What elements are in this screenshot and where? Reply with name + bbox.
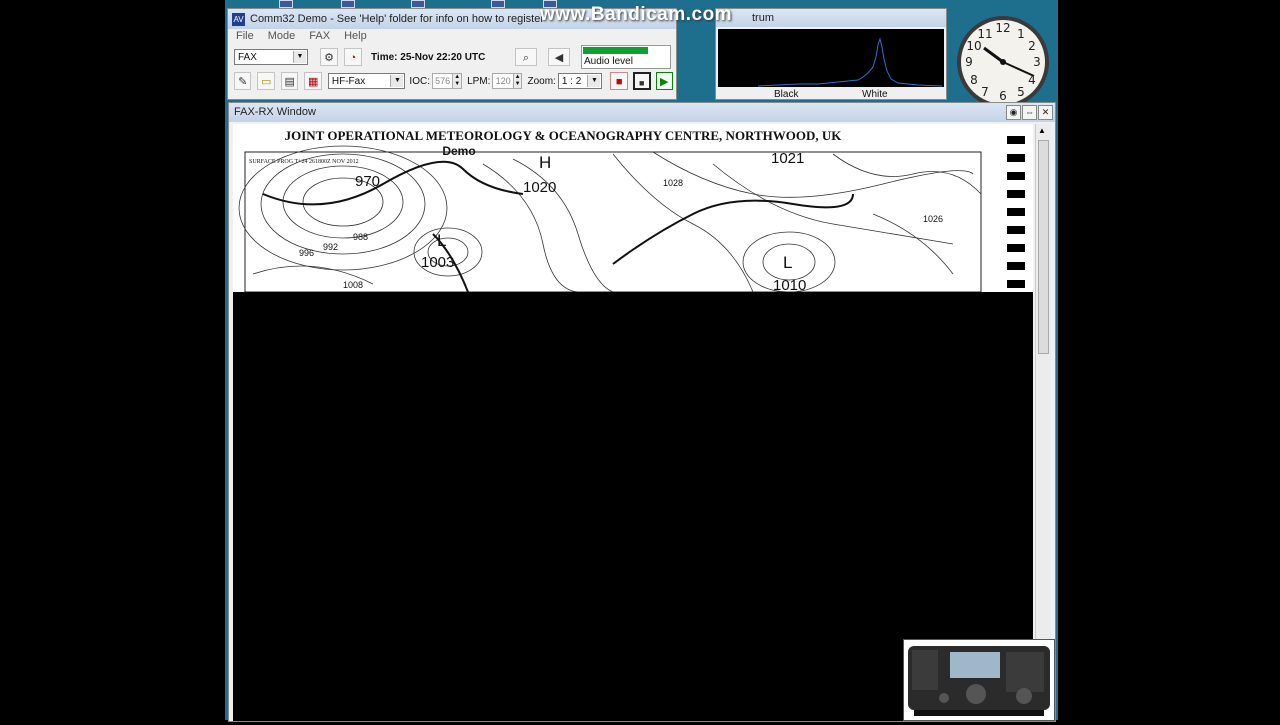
fax-window-controls: ◉ ⇔ ✕	[1005, 105, 1053, 120]
spectrum-graph	[757, 37, 943, 87]
pause-icon[interactable]: ■	[632, 72, 651, 90]
toolbar-row-1: FAX ▼ ⚙ ◔ Time: 25-Nov 22:20 UTC ⌕ ◀ Aud…	[228, 45, 676, 69]
save-icon[interactable]: ▦	[304, 72, 322, 90]
fax-image-area: JOINT OPERATIONAL METEOROLOGY & OCEANOGR…	[233, 124, 1033, 721]
svg-text:3: 3	[1033, 55, 1041, 69]
stop-icon[interactable]: ■	[610, 72, 628, 90]
pressure-label: 1010	[773, 277, 806, 292]
menu-mode[interactable]: Mode	[262, 29, 304, 45]
pressure-label: 1020	[523, 179, 556, 196]
fax-scrollbar[interactable]: ▲	[1035, 124, 1051, 721]
ioc-field[interactable]: 576	[431, 73, 454, 89]
fax-titlebar[interactable]: FAX-RX Window ◉ ⇔ ✕	[229, 103, 1055, 122]
svg-text:6: 6	[999, 89, 1007, 103]
zoom-value: 1 : 2	[561, 76, 582, 87]
pressure-center: L	[783, 253, 792, 272]
map-header: JOINT OPERATIONAL METEOROLOGY & OCEANOGR…	[285, 128, 843, 143]
scroll-thumb[interactable]	[1038, 140, 1049, 354]
zoom-label: Zoom:	[527, 75, 556, 87]
open-folder-icon[interactable]: ▭	[257, 72, 275, 90]
svg-text:5: 5	[1017, 85, 1025, 99]
zoom-select[interactable]: 1 : 2 ▼	[557, 73, 603, 89]
menu-help[interactable]: Help	[338, 29, 375, 45]
desktop-icon[interactable]	[341, 0, 355, 8]
scroll-up-icon[interactable]: ▲	[1038, 126, 1046, 135]
play-icon[interactable]: ▶	[655, 72, 673, 90]
demo-watermark: Demo	[442, 144, 475, 158]
bandicam-watermark: www.Bandicam.com	[540, 4, 733, 25]
settings-icon[interactable]: ⚙	[320, 48, 338, 66]
timer-icon[interactable]: ◔	[344, 48, 362, 66]
lpm-spinner[interactable]: ▲ ▼	[513, 73, 523, 89]
svg-text:9: 9	[965, 55, 973, 69]
toolbar-row-2: ✎ ▭ ▤ ▦ HF-Fax ▼ IOC: 576 ▲ ▼ LPM: 120 ▲ ▼…	[228, 69, 676, 93]
restore-icon[interactable]: ◉	[1006, 105, 1021, 120]
lpm-label: LPM:	[467, 75, 491, 87]
spectrum-label-white: White	[862, 89, 888, 100]
svg-text:12: 12	[995, 21, 1010, 35]
speaker-icon[interactable]: ◀	[548, 48, 570, 66]
pressure-label: 970	[355, 173, 380, 190]
weather-fax-map: JOINT OPERATIONAL METEOROLOGY & OCEANOGR…	[233, 124, 1033, 294]
pressure-label: 1026	[923, 214, 943, 224]
ioc-label: IOC:	[409, 75, 430, 87]
tools-icon[interactable]: ✎	[234, 72, 252, 90]
fax-title: FAX-RX Window	[234, 106, 316, 118]
spectrum-label-black: Black	[774, 89, 799, 100]
svg-text:2: 2	[1028, 39, 1036, 53]
search-icon[interactable]: ⌕	[515, 48, 537, 66]
pressure-label: 1028	[663, 178, 683, 188]
svg-text:11: 11	[977, 27, 992, 41]
ioc-spinner[interactable]: ▲ ▼	[453, 73, 463, 89]
pressure-label: 988	[353, 232, 368, 242]
pressure-center: L	[437, 231, 446, 250]
pressure-center: H	[539, 153, 551, 172]
svg-text:1: 1	[1017, 27, 1025, 41]
fax-rx-window: FAX-RX Window ◉ ⇔ ✕ JOINT OPERATIONAL ME…	[228, 102, 1056, 722]
pressure-label: 996	[299, 248, 314, 258]
pressure-label: 1021	[771, 150, 804, 167]
close-icon[interactable]: ✕	[1038, 105, 1053, 120]
pressure-label: 1003	[421, 254, 454, 271]
svg-text:8: 8	[970, 73, 978, 87]
clipboard-icon[interactable]: ▤	[280, 72, 299, 90]
spectrum-plot	[718, 29, 944, 87]
app-icon: AV	[232, 12, 245, 26]
menu-bar: File Mode FAX Help	[228, 29, 676, 45]
pressure-label: 1008	[343, 280, 363, 290]
clock-icon: 12 3 6 9 12 45 7 8 10 11	[950, 10, 1056, 108]
spectrum-title[interactable]: trum	[716, 9, 946, 27]
time-display: Time: 25-Nov 22:20 UTC	[371, 51, 486, 63]
desktop-icon[interactable]	[411, 0, 425, 8]
audio-level-bar	[583, 47, 648, 54]
desktop-icon[interactable]	[279, 0, 293, 8]
svg-text:7: 7	[981, 85, 989, 99]
fax-type-value: HF-Fax	[331, 76, 366, 87]
fax-type-select[interactable]: HF-Fax ▼	[327, 73, 406, 89]
maximize-icon[interactable]: ⇔	[1022, 105, 1037, 120]
app-title: Comm32 Demo - See 'Help' folder for info…	[250, 13, 544, 25]
svg-text:10: 10	[966, 39, 981, 53]
chevron-down-icon: ▼	[390, 75, 404, 87]
svg-text:4: 4	[1028, 73, 1036, 87]
menu-fax[interactable]: FAX	[303, 29, 338, 45]
audio-level-label: Audio level	[584, 56, 633, 67]
audio-level-meter: Audio level	[581, 45, 671, 69]
spectrum-window: trum Black White	[715, 8, 947, 100]
weather-map-drawing: JOINT OPERATIONAL METEOROLOGY & OCEANOGR…	[238, 128, 1025, 294]
radio-icon	[903, 639, 1055, 721]
chevron-down-icon: ▼	[587, 75, 601, 87]
lpm-field[interactable]: 120	[492, 73, 514, 89]
mode-select-value: FAX	[238, 52, 257, 63]
pressure-label: 992	[323, 242, 338, 252]
mode-select[interactable]: FAX ▼	[234, 49, 308, 65]
desktop-icon[interactable]	[491, 0, 505, 8]
menu-file[interactable]: File	[230, 29, 262, 45]
chevron-down-icon: ▼	[293, 51, 306, 63]
